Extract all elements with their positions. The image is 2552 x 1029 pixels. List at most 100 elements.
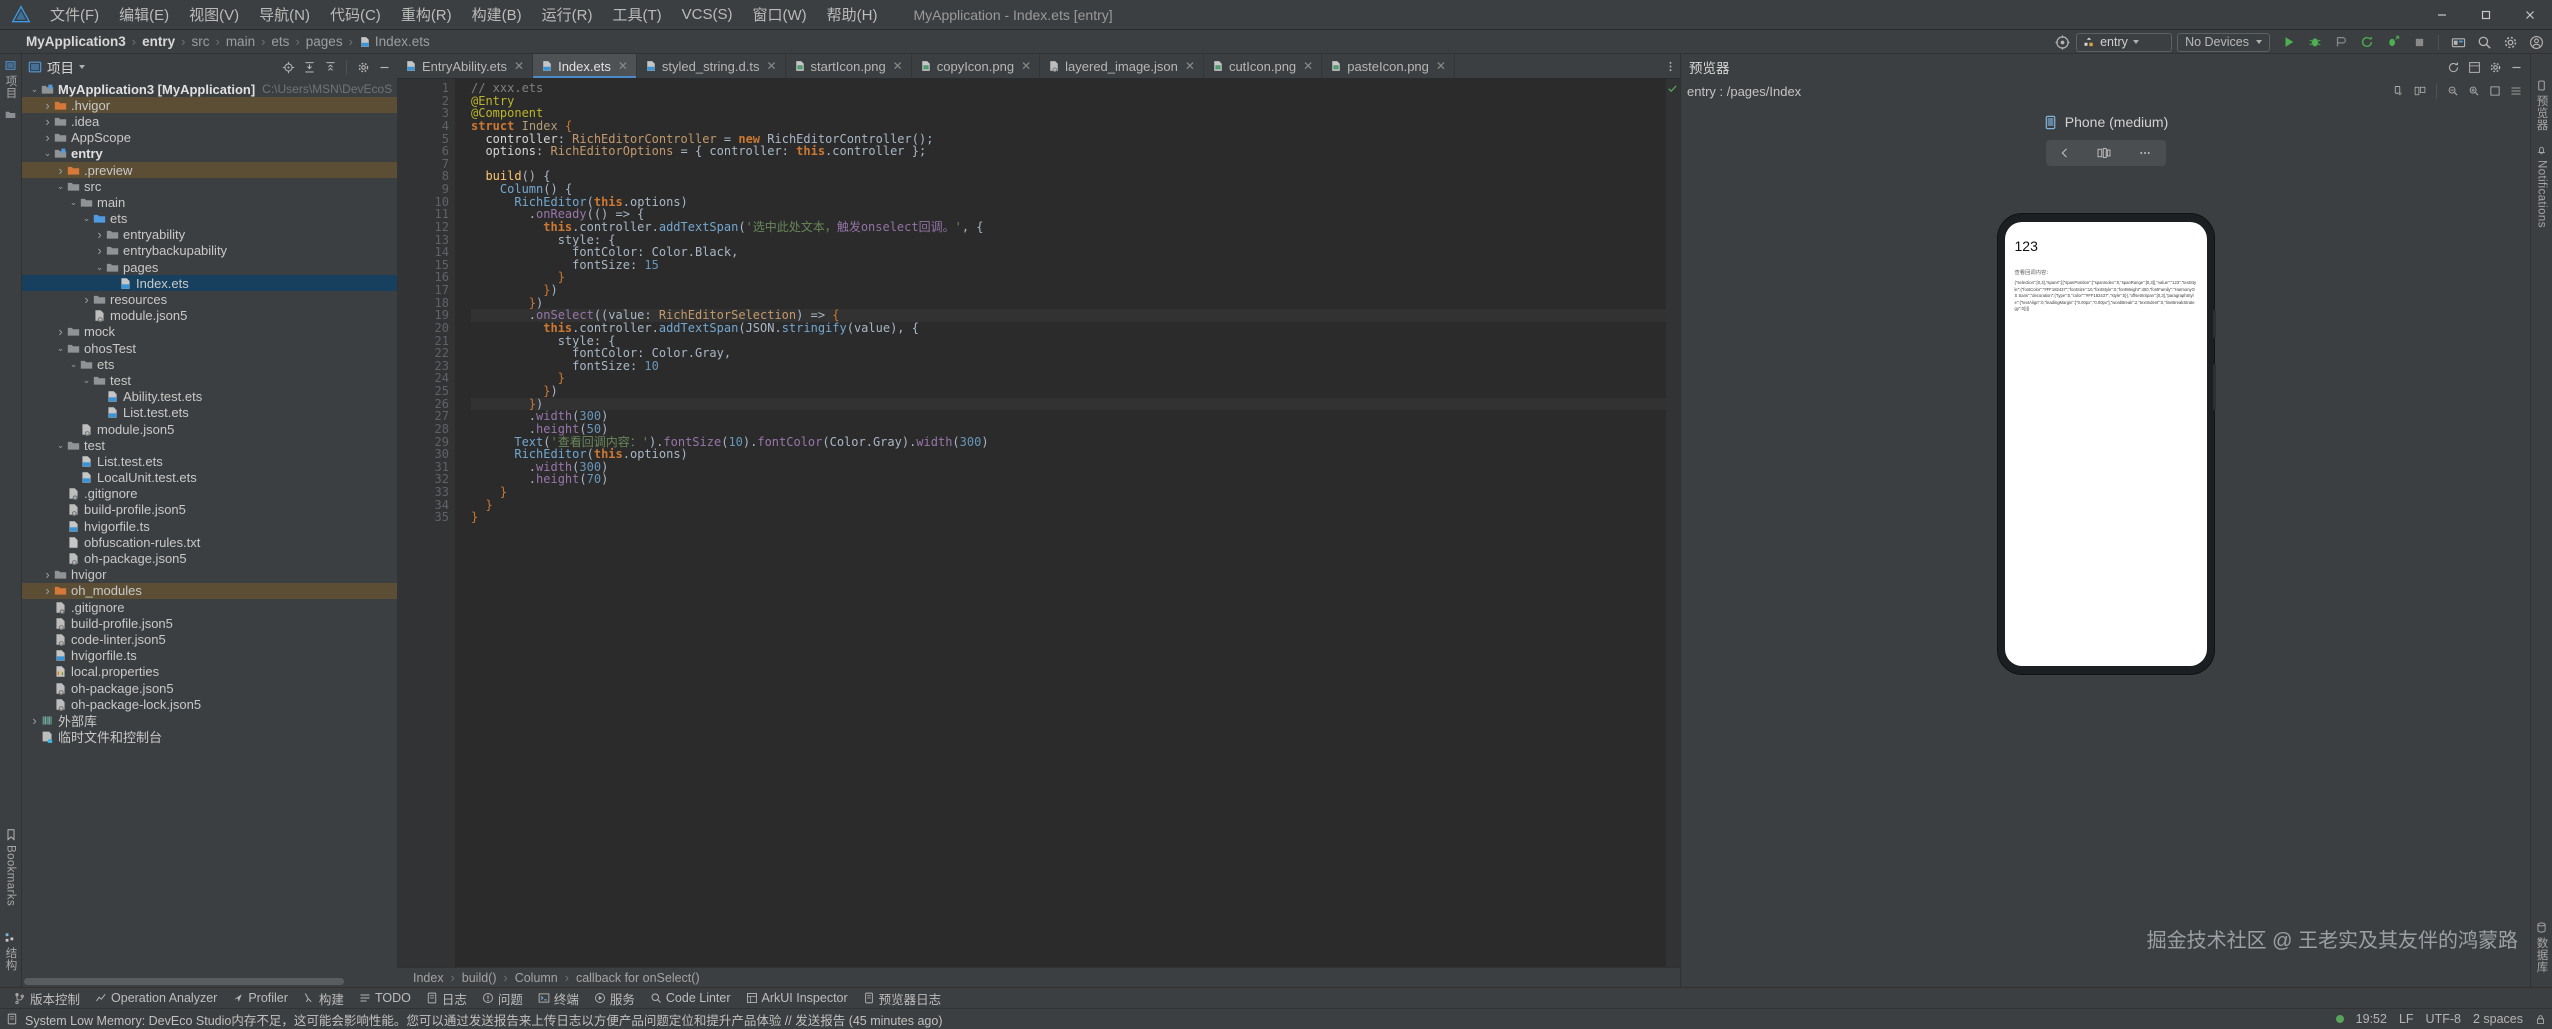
tool-window-button-0[interactable]: 版本控制 bbox=[8, 988, 86, 1009]
maximize-button[interactable] bbox=[2464, 0, 2508, 30]
tree-node-8[interactable]: ⌄ ets bbox=[22, 211, 397, 227]
chevron-right-icon[interactable]: › bbox=[42, 130, 53, 145]
account-icon[interactable] bbox=[2524, 31, 2548, 53]
tree-node-37[interactable]: oh-package.json5 bbox=[22, 680, 397, 696]
minimize-button[interactable] bbox=[2420, 0, 2464, 30]
editor-tab-1[interactable]: Index.ets ✕ bbox=[533, 54, 637, 78]
tree-node-21[interactable]: module.json5 bbox=[22, 421, 397, 437]
rail-item-bookmarks[interactable]: Bookmarks bbox=[5, 829, 17, 906]
grid-icon[interactable] bbox=[2506, 82, 2526, 101]
breadcrumb-item-1[interactable]: entry bbox=[142, 34, 175, 49]
tree-node-27[interactable]: hvigorfile.ts bbox=[22, 518, 397, 534]
chevron-down-icon[interactable]: ⌄ bbox=[55, 181, 66, 192]
close-icon[interactable]: ✕ bbox=[1436, 59, 1446, 73]
code-line-26[interactable]: }) bbox=[471, 397, 1666, 411]
tree-node-17[interactable]: ⌄ ets bbox=[22, 356, 397, 372]
tool-window-button-5[interactable]: 日志 bbox=[420, 988, 473, 1009]
tree-node-3[interactable]: › AppScope bbox=[22, 130, 397, 146]
breadcrumb-item-4[interactable]: ets bbox=[271, 34, 289, 49]
lock-icon[interactable] bbox=[2535, 1014, 2546, 1025]
tree-node-39[interactable]: › 外部库 bbox=[22, 712, 397, 729]
chevron-down-icon[interactable]: ⌄ bbox=[81, 213, 92, 224]
chevron-down-icon[interactable]: ⌄ bbox=[68, 197, 79, 208]
editor-tab-6[interactable]: cutIcon.png ✕ bbox=[1204, 54, 1323, 78]
code-line-16[interactable]: } bbox=[471, 271, 1666, 284]
chevron-right-icon[interactable]: › bbox=[42, 114, 53, 129]
code-breadcrumb-item-2[interactable]: Column bbox=[515, 971, 558, 985]
code-line-32[interactable]: .height(70) bbox=[471, 473, 1666, 486]
profile-icon[interactable] bbox=[2381, 31, 2405, 53]
editor-analysis-stripe[interactable] bbox=[1666, 79, 1680, 967]
tree-node-33[interactable]: build-profile.json5 bbox=[22, 615, 397, 631]
menu-item-4[interactable]: 代码(C) bbox=[320, 0, 391, 29]
tree-node-29[interactable]: oh-package.json5 bbox=[22, 550, 397, 566]
chevron-down-icon[interactable]: ⌄ bbox=[81, 375, 92, 386]
search-icon[interactable] bbox=[2472, 31, 2496, 53]
tree-node-18[interactable]: ⌄ test bbox=[22, 372, 397, 388]
menu-item-3[interactable]: 导航(N) bbox=[249, 0, 320, 29]
rich-editor-value[interactable]: 123 bbox=[2015, 238, 2197, 254]
code-breadcrumb-item-3[interactable]: callback for onSelect() bbox=[576, 971, 700, 985]
code-line-3[interactable]: @Component bbox=[471, 107, 1666, 120]
editor-tab-3[interactable]: startIcon.png ✕ bbox=[786, 54, 912, 78]
code-line-17[interactable]: }) bbox=[471, 284, 1666, 297]
tree-node-1[interactable]: › .hvigor bbox=[22, 97, 397, 114]
code-line-15[interactable]: fontSize: 15 bbox=[471, 258, 1666, 272]
code-line-23[interactable]: fontSize: 10 bbox=[471, 359, 1666, 373]
chevron-down-icon[interactable]: ⌄ bbox=[68, 359, 79, 370]
rerun-icon[interactable] bbox=[2355, 31, 2379, 53]
code-line-30[interactable]: RichEditor(this.options) bbox=[471, 448, 1666, 461]
tool-window-button-1[interactable]: Operation Analyzer bbox=[89, 990, 223, 1006]
chevron-right-icon[interactable]: › bbox=[94, 227, 105, 242]
tool-window-button-6[interactable]: 问题 bbox=[476, 988, 529, 1009]
tree-node-30[interactable]: › hvigor bbox=[22, 567, 397, 583]
code-line-25[interactable]: }) bbox=[471, 385, 1666, 398]
project-tree-scrollbar[interactable] bbox=[24, 978, 344, 985]
tree-node-24[interactable]: LocalUnit.test.ets bbox=[22, 470, 397, 486]
tree-node-34[interactable]: code-linter.json5 bbox=[22, 631, 397, 647]
code-line-2[interactable]: @Entry bbox=[471, 94, 1666, 108]
rail-item-structure[interactable]: 结构 bbox=[3, 932, 19, 971]
device-manager-icon[interactable] bbox=[2446, 31, 2470, 53]
code-line-7[interactable] bbox=[471, 158, 1666, 171]
tool-window-button-10[interactable]: ArkUI Inspector bbox=[740, 990, 854, 1006]
code-line-24[interactable]: } bbox=[471, 372, 1666, 385]
chevron-down-icon[interactable]: ⌄ bbox=[55, 343, 66, 354]
breadcrumb-item-6[interactable]: Index.ets bbox=[359, 34, 430, 49]
locate-icon[interactable] bbox=[278, 57, 298, 77]
breadcrumb-item-3[interactable]: main bbox=[226, 34, 255, 49]
code-line-12[interactable]: this.controller.addTextSpan('选中此处文本，触发on… bbox=[471, 221, 1666, 234]
close-icon[interactable]: ✕ bbox=[514, 59, 524, 73]
attach-debugger-icon[interactable] bbox=[2329, 31, 2353, 53]
code-line-34[interactable]: } bbox=[471, 498, 1666, 512]
menu-item-8[interactable]: 工具(T) bbox=[602, 0, 671, 29]
gear-icon[interactable] bbox=[2498, 31, 2522, 53]
tree-node-4[interactable]: ⌄ entry bbox=[22, 146, 397, 162]
phone-screen[interactable]: 123 查看回调内容： {"selection":[0,3],"spans":[… bbox=[2004, 222, 2207, 666]
code-line-33[interactable]: } bbox=[471, 486, 1666, 499]
tree-node-20[interactable]: List.test.ets bbox=[22, 405, 397, 421]
tree-node-0[interactable]: ⌄ MyApplication3 [MyApplication] C:\Users\… bbox=[22, 81, 397, 97]
file-encoding[interactable]: UTF-8 bbox=[2426, 1012, 2461, 1026]
breadcrumb-item-5[interactable]: pages bbox=[306, 34, 343, 49]
tree-node-16[interactable]: ⌄ ohosTest bbox=[22, 340, 397, 356]
status-message[interactable]: System Low Memory: DevEco Studio内存不足，这可能… bbox=[25, 1010, 943, 1029]
hide-icon[interactable] bbox=[2506, 57, 2526, 77]
line-number-35[interactable]: 35 bbox=[397, 511, 455, 524]
close-icon[interactable]: ✕ bbox=[1021, 59, 1031, 73]
close-icon[interactable]: ✕ bbox=[893, 59, 903, 73]
code-breadcrumb-item-0[interactable]: Index bbox=[413, 971, 444, 985]
menu-item-11[interactable]: 帮助(H) bbox=[817, 0, 888, 29]
device-selector[interactable]: No Devices bbox=[2177, 32, 2270, 52]
code-content[interactable]: // xxx.ets @Entry @Component struct Index {… bbox=[455, 79, 1666, 967]
rail-item-previewer[interactable]: 预览器 bbox=[2534, 80, 2550, 131]
menu-item-5[interactable]: 重构(R) bbox=[391, 0, 462, 29]
tree-node-14[interactable]: module.json5 bbox=[22, 308, 397, 324]
tree-node-9[interactable]: › entryability bbox=[22, 227, 397, 243]
tree-node-7[interactable]: ⌄ main bbox=[22, 194, 397, 210]
chevron-right-icon[interactable]: › bbox=[94, 243, 105, 258]
close-icon[interactable]: ✕ bbox=[1303, 59, 1313, 73]
tree-node-13[interactable]: › resources bbox=[22, 291, 397, 307]
chevron-right-icon[interactable]: › bbox=[29, 713, 40, 728]
tree-node-22[interactable]: ⌄ test bbox=[22, 437, 397, 453]
